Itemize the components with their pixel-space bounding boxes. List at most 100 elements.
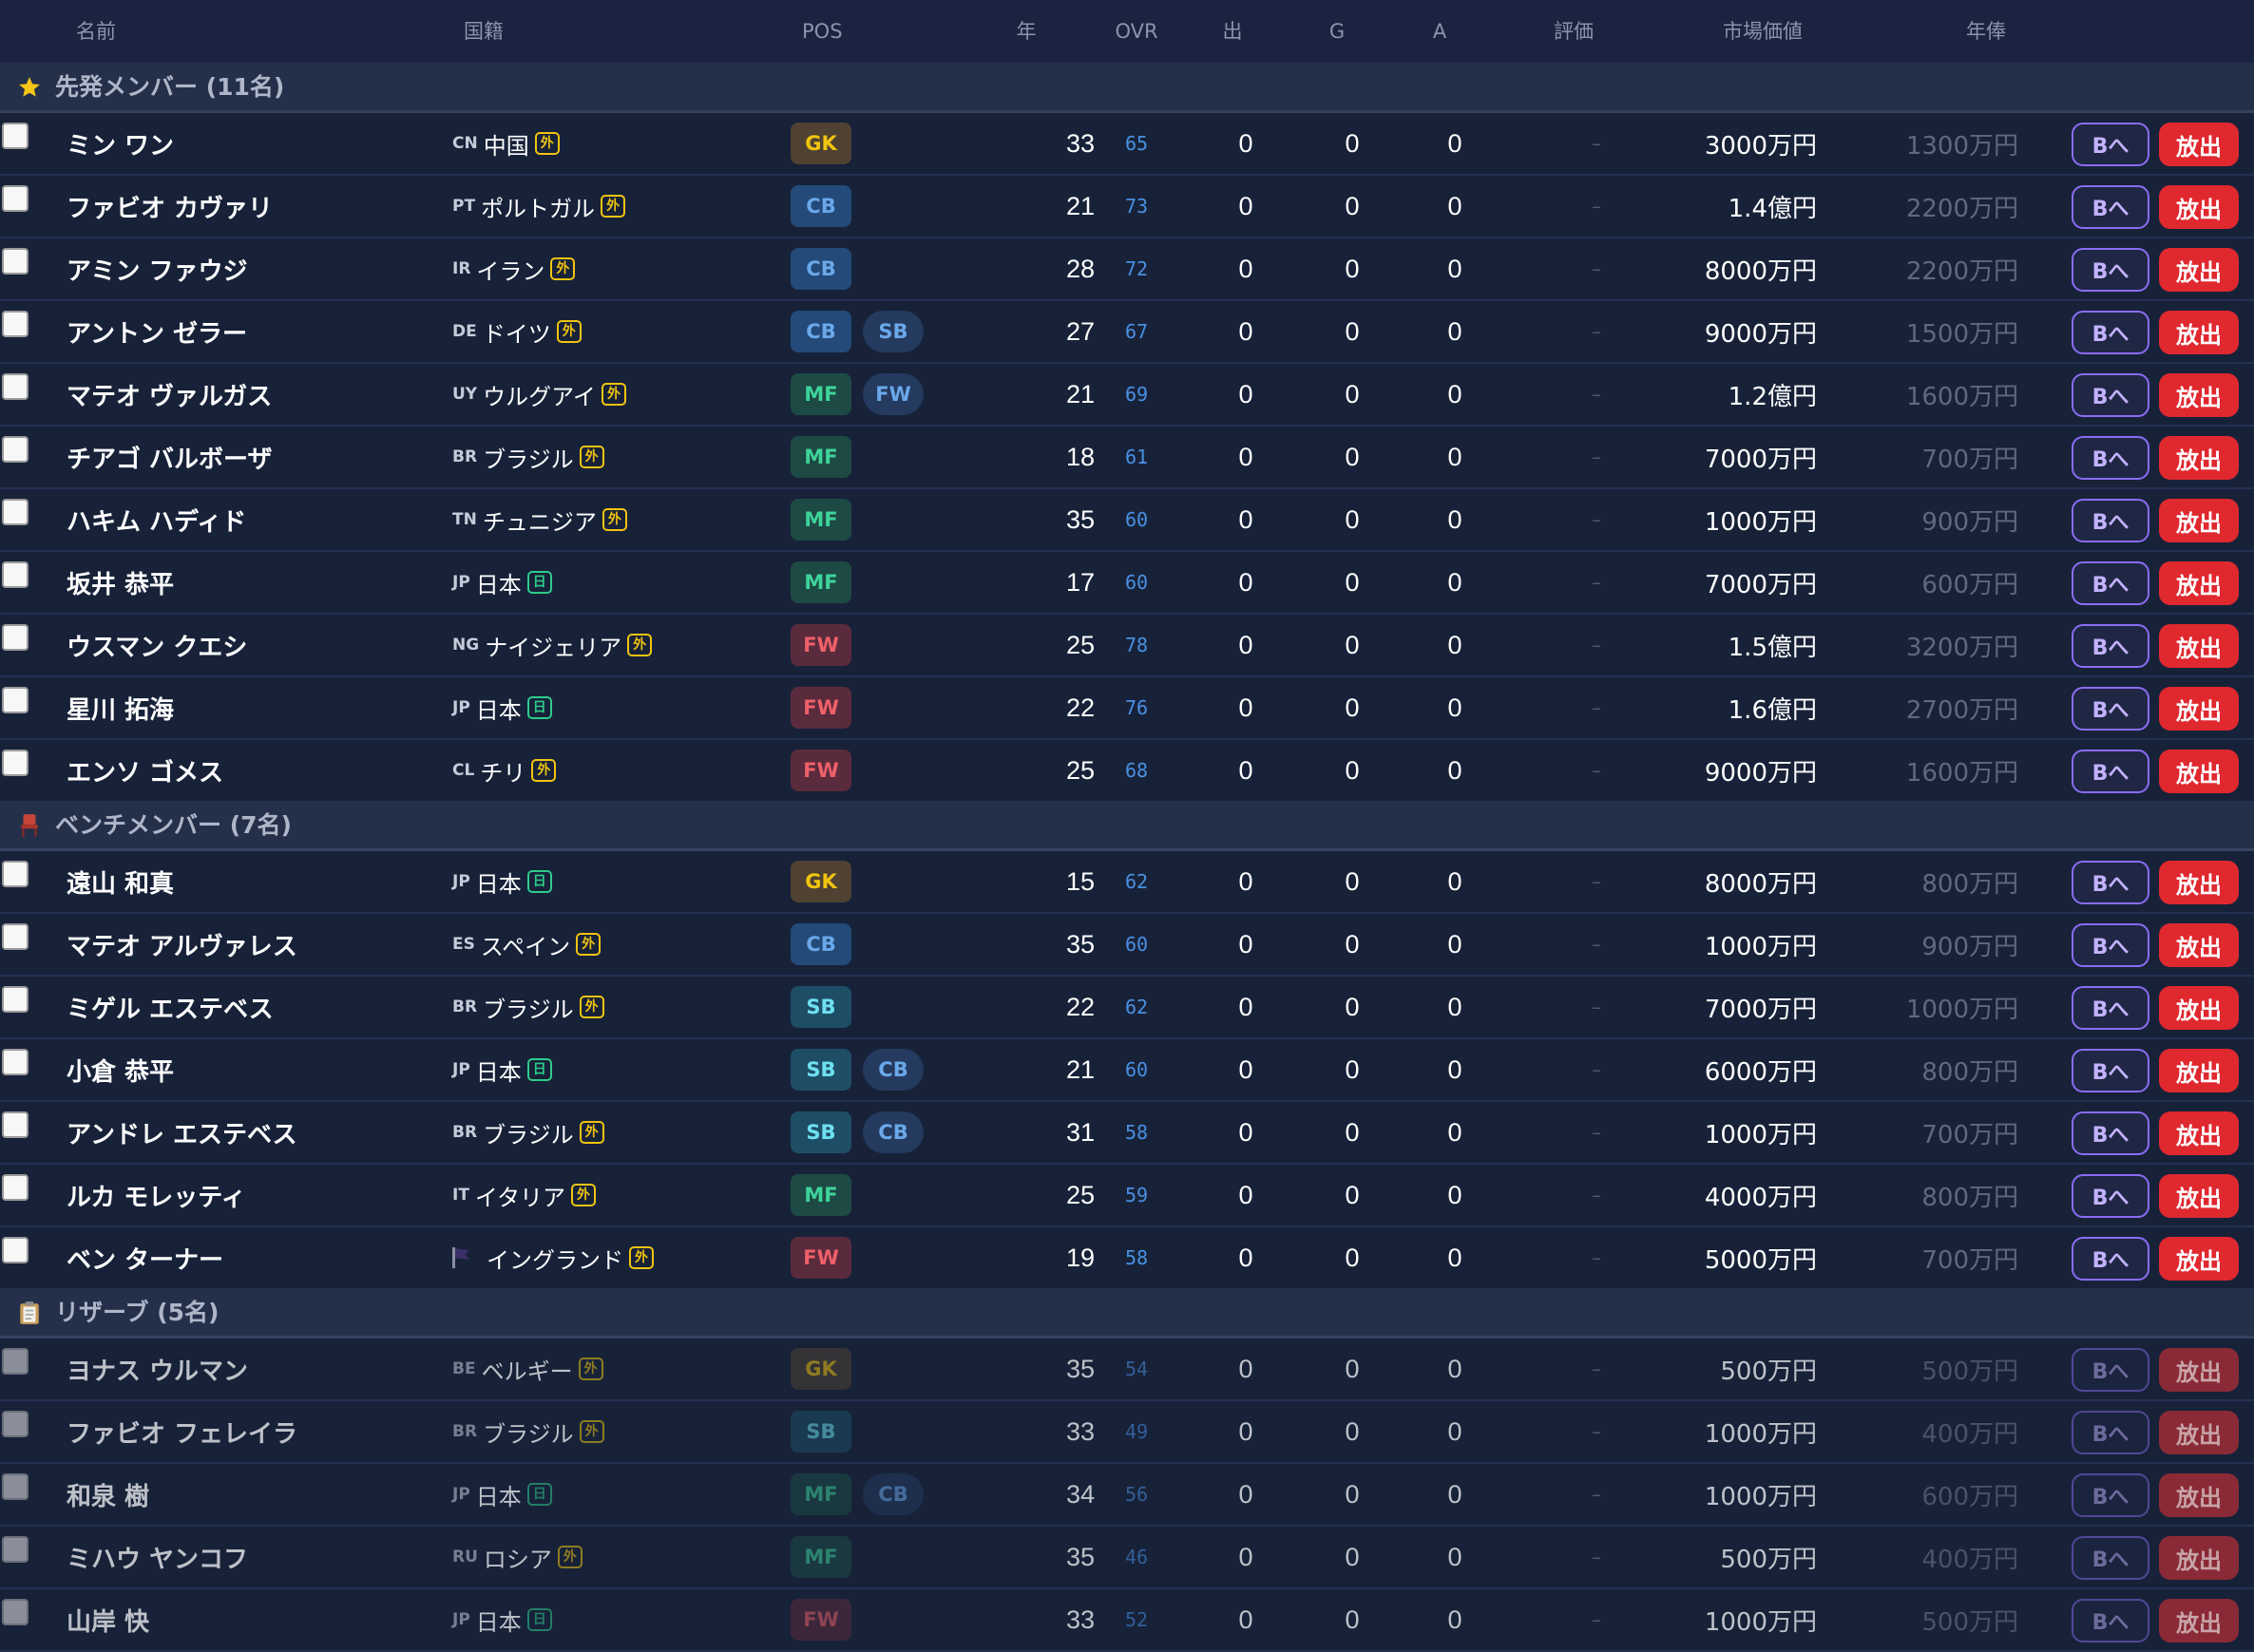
move-to-b-button[interactable]: Bへ <box>2072 687 2149 731</box>
move-to-b-button[interactable]: Bへ <box>2072 861 2149 904</box>
player-row[interactable]: ミハウ ヤンコフ RU ロシア外 MF 35 46 0 0 0 – 500万円 400万円 Bへ 放出 <box>0 1527 2254 1589</box>
move-to-b-button[interactable]: Bへ <box>2072 1237 2149 1281</box>
release-button[interactable]: 放出 <box>2159 311 2239 354</box>
release-button[interactable]: 放出 <box>2159 861 2239 904</box>
player-row[interactable]: ミゲル エステベス BR ブラジル外 SB 22 62 0 0 0 – 7000万円 1000万円 Bへ… <box>0 977 2254 1039</box>
player-checkbox[interactable] <box>2 1536 29 1563</box>
player-row[interactable]: 小倉 恭平 JP 日本日 SB CB 21 60 0 0 0 – 6000万円 800万円 Bへ 放出 <box>0 1039 2254 1102</box>
player-row[interactable]: チアゴ バルボーザ BR ブラジル外 MF 18 61 0 0 0 – 7000万円 700万円 Bへ放… <box>0 427 2254 489</box>
player-name[interactable]: 小倉 恭平 <box>67 1053 174 1088</box>
player-row[interactable]: アンドレ エステベス BR ブラジル外 SB CB 31 58 0 0 0 – 1000万円 700万円… <box>0 1102 2254 1165</box>
header-goals[interactable]: G <box>1304 19 1370 44</box>
player-checkbox[interactable] <box>2 123 29 149</box>
player-row[interactable]: 遠山 和真 JP 日本日 GK 15 62 0 0 0 – 8000万円 800万円 Bへ 放出 <box>0 851 2254 914</box>
player-name[interactable]: チアゴ バルボーザ <box>67 440 273 475</box>
player-row[interactable]: ハキム ハディド TN チュニジア外 MF 35 60 0 0 0 – 1000万円 900万円 Bへ放… <box>0 489 2254 552</box>
player-checkbox[interactable] <box>2 1237 29 1263</box>
move-to-b-button[interactable]: Bへ <box>2072 1473 2149 1517</box>
move-to-b-button[interactable]: Bへ <box>2072 499 2149 542</box>
player-row[interactable]: ウスマン クエシ NG ナイジェリア外 FW 25 78 0 0 0 – 1.5億円 3200万円 Bへ… <box>0 615 2254 677</box>
player-checkbox[interactable] <box>2 687 29 713</box>
release-button[interactable]: 放出 <box>2159 1411 2239 1454</box>
player-name[interactable]: 遠山 和真 <box>67 864 174 900</box>
move-to-b-button[interactable]: Bへ <box>2072 1049 2149 1092</box>
player-name[interactable]: 星川 拓海 <box>67 691 174 726</box>
player-row[interactable]: ファビオ フェレイラ BR ブラジル外 SB 33 49 0 0 0 – 1000万円 400万円 Bへ… <box>0 1401 2254 1464</box>
player-checkbox[interactable] <box>2 923 29 950</box>
release-button[interactable]: 放出 <box>2159 624 2239 668</box>
move-to-b-button[interactable]: Bへ <box>2072 1599 2149 1643</box>
player-name[interactable]: ウスマン クエシ <box>67 628 247 663</box>
release-button[interactable]: 放出 <box>2159 1049 2239 1092</box>
player-checkbox[interactable] <box>2 1348 29 1375</box>
move-to-b-button[interactable]: Bへ <box>2072 624 2149 668</box>
player-name[interactable]: ルカ モレッティ <box>67 1178 246 1213</box>
release-button[interactable]: 放出 <box>2159 1348 2239 1392</box>
player-checkbox[interactable] <box>2 1111 29 1138</box>
move-to-b-button[interactable]: Bへ <box>2072 1411 2149 1454</box>
player-row[interactable]: アントン ゼラー DE ドイツ外 CB SB 27 67 0 0 0 – 9000万円 1500万円 Bへ… <box>0 301 2254 364</box>
player-row[interactable]: 星川 拓海 JP 日本日 FW 22 76 0 0 0 – 1.6億円 2700万円 Bへ 放出 <box>0 677 2254 740</box>
header-position[interactable]: POS <box>802 19 1011 44</box>
header-ovr[interactable]: OVR <box>1102 19 1171 44</box>
player-name[interactable]: マテオ ヴァルガス <box>67 377 272 412</box>
player-name[interactable]: ベン ターナー <box>67 1241 223 1276</box>
player-name[interactable]: ミハウ ヤンコフ <box>67 1540 248 1575</box>
header-nationality[interactable]: 国籍 <box>464 19 787 44</box>
move-to-b-button[interactable]: Bへ <box>2072 248 2149 292</box>
player-checkbox[interactable] <box>2 1174 29 1201</box>
player-row[interactable]: ルカ モレッティ IT イタリア外 MF 25 59 0 0 0 – 4000万円 800万円 Bへ 放出 <box>0 1165 2254 1227</box>
player-checkbox[interactable] <box>2 750 29 776</box>
move-to-b-button[interactable]: Bへ <box>2072 311 2149 354</box>
player-checkbox[interactable] <box>2 248 29 275</box>
release-button[interactable]: 放出 <box>2159 1599 2239 1643</box>
player-checkbox[interactable] <box>2 311 29 337</box>
header-rating[interactable]: 評価 <box>1539 19 1608 44</box>
player-row[interactable]: ベン ターナー イングランド外 FW 19 58 0 0 0 – 5000万円 700万円 Bへ 放出 <box>0 1227 2254 1290</box>
release-button[interactable]: 放出 <box>2159 1473 2239 1517</box>
player-name[interactable]: ハキム ハディド <box>67 503 246 538</box>
player-name[interactable]: アミン ファウジ <box>67 252 248 287</box>
move-to-b-button[interactable]: Bへ <box>2072 1348 2149 1392</box>
move-to-b-button[interactable]: Bへ <box>2072 185 2149 229</box>
player-checkbox[interactable] <box>2 1473 29 1500</box>
player-row[interactable]: マテオ アルヴァレス ES スペイン外 CB 35 60 0 0 0 – 1000万円 900万円 Bへ… <box>0 914 2254 977</box>
release-button[interactable]: 放出 <box>2159 1237 2239 1281</box>
release-button[interactable]: 放出 <box>2159 123 2239 166</box>
player-name[interactable]: ミン ワン <box>67 126 174 161</box>
move-to-b-button[interactable]: Bへ <box>2072 1111 2149 1155</box>
player-row[interactable]: 坂井 恭平 JP 日本日 MF 17 60 0 0 0 – 7000万円 600万円 Bへ 放出 <box>0 552 2254 615</box>
player-name[interactable]: アントン ゼラー <box>67 314 247 350</box>
header-name[interactable]: 名前 <box>76 19 437 44</box>
player-name[interactable]: マテオ アルヴァレス <box>67 927 297 962</box>
player-name[interactable]: 坂井 恭平 <box>67 565 174 600</box>
player-name[interactable]: アンドレ エステベス <box>67 1115 297 1150</box>
player-name[interactable]: 山岸 快 <box>67 1603 149 1638</box>
release-button[interactable]: 放出 <box>2159 1536 2239 1580</box>
player-row[interactable]: アミン ファウジ IR イラン外 CB 28 72 0 0 0 – 8000万円 2200万円 Bへ 放出 <box>0 238 2254 301</box>
header-assists[interactable]: A <box>1406 19 1473 44</box>
release-button[interactable]: 放出 <box>2159 1174 2239 1218</box>
player-name[interactable]: ミゲル エステベス <box>67 990 274 1025</box>
move-to-b-button[interactable]: Bへ <box>2072 436 2149 480</box>
move-to-b-button[interactable]: Bへ <box>2072 923 2149 967</box>
release-button[interactable]: 放出 <box>2159 986 2239 1030</box>
release-button[interactable]: 放出 <box>2159 923 2239 967</box>
player-row[interactable]: エンソ ゴメス CL チリ外 FW 25 68 0 0 0 – 9000万円 1600万円 Bへ 放出 <box>0 740 2254 803</box>
player-row[interactable]: マテオ ヴァルガス UY ウルグアイ外 MF FW 21 69 0 0 0 – 1.2億円 1600万円… <box>0 364 2254 427</box>
move-to-b-button[interactable]: Bへ <box>2072 986 2149 1030</box>
release-button[interactable]: 放出 <box>2159 185 2239 229</box>
move-to-b-button[interactable]: Bへ <box>2072 373 2149 417</box>
player-name[interactable]: ヨナス ウルマン <box>67 1352 248 1387</box>
player-checkbox[interactable] <box>2 1599 29 1625</box>
header-apps[interactable]: 出 <box>1199 19 1266 44</box>
player-checkbox[interactable] <box>2 561 29 588</box>
player-checkbox[interactable] <box>2 1049 29 1075</box>
release-button[interactable]: 放出 <box>2159 499 2239 542</box>
header-wage[interactable]: 年俸 <box>1948 19 2024 44</box>
player-checkbox[interactable] <box>2 1411 29 1437</box>
player-checkbox[interactable] <box>2 861 29 887</box>
player-row[interactable]: 山岸 快 JP 日本日 FW 33 52 0 0 0 – 1000万円 500万円 Bへ 放出 <box>0 1589 2254 1652</box>
player-name[interactable]: 和泉 樹 <box>67 1477 149 1512</box>
release-button[interactable]: 放出 <box>2159 687 2239 731</box>
